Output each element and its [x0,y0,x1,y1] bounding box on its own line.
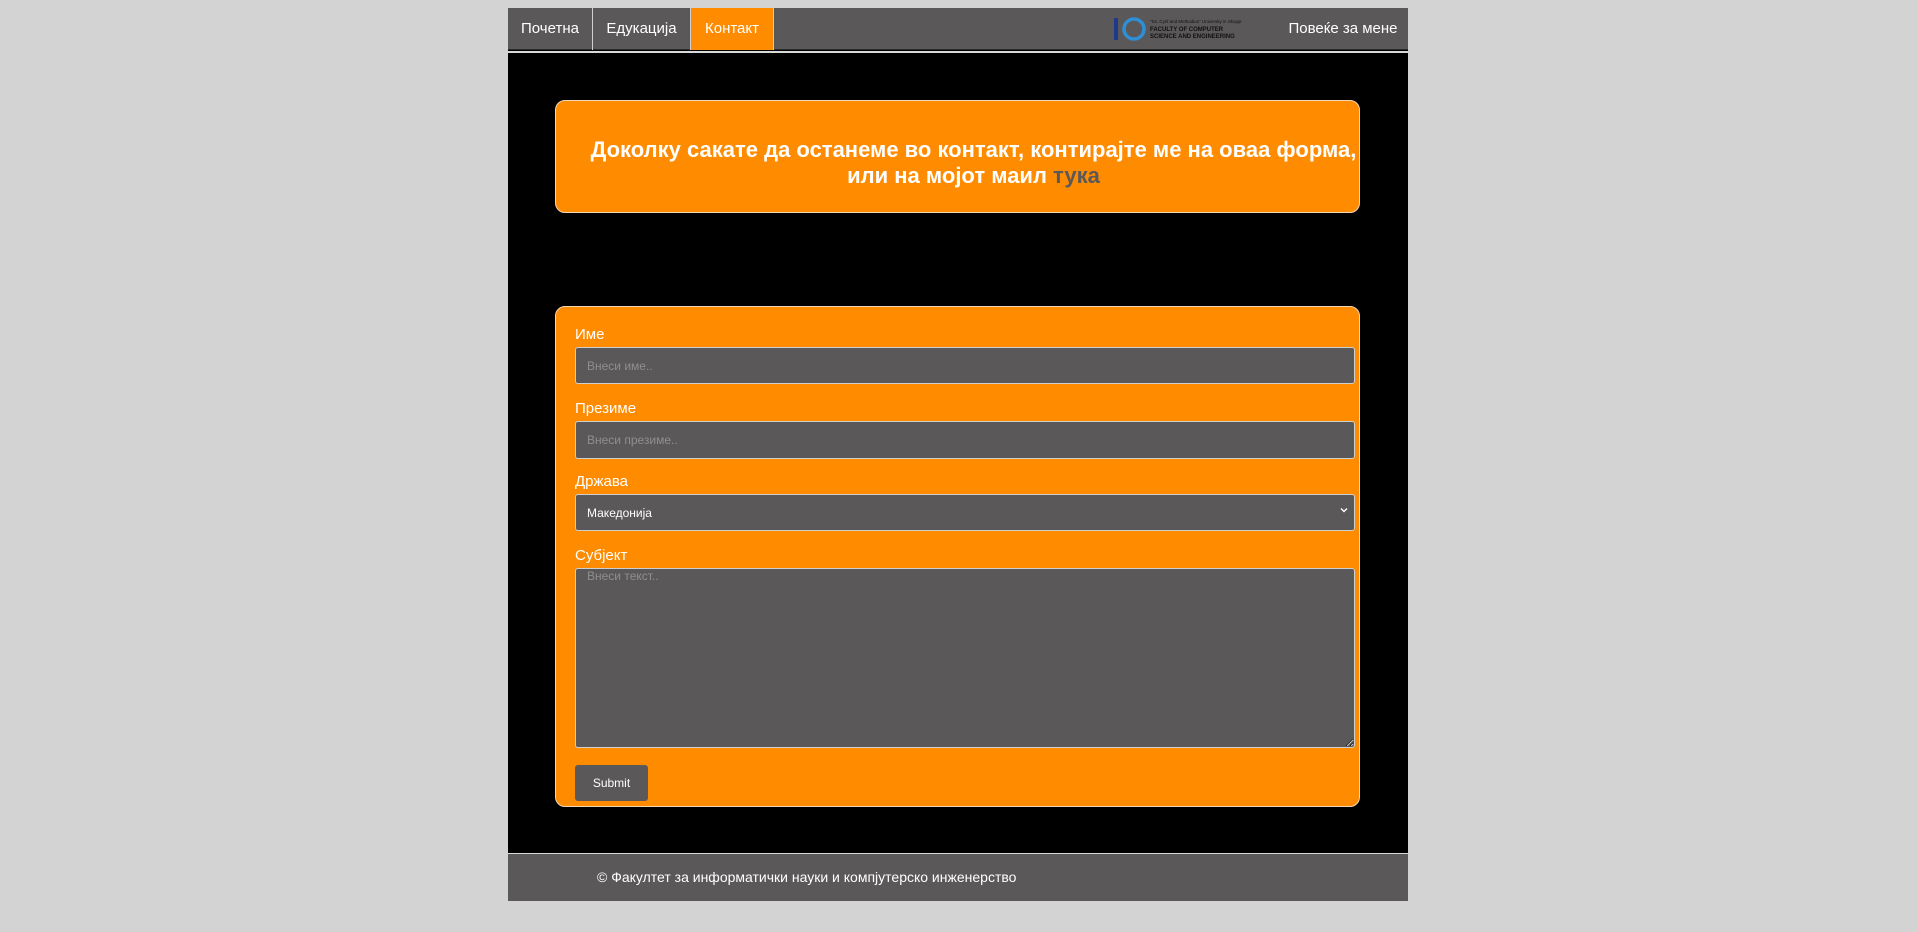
logo-faculty-text-2: SCIENCE AND ENGINEERING [1150,34,1235,40]
email-link[interactable]: тука [1053,163,1100,188]
last-name-input[interactable] [575,421,1355,459]
nav-item-about-me[interactable]: Повеќе за мене [1278,8,1408,50]
footer-copyright: © Факултет за информатички науки и компј… [597,869,1017,885]
page-container: Почетна Едукација Контакт "Ss. Cyril and… [508,8,1408,901]
contact-form: Име Презиме Држава Македонија Субјект Su… [555,306,1360,807]
subject-textarea[interactable] [575,568,1355,748]
banner-text: Доколку сакате да останеме во контакт, к… [590,137,1357,188]
logo-university-text: "Ss. Cyril and Methodius" University in … [1150,19,1242,24]
logo-faculty-text: FACULTY OF COMPUTER [1150,27,1224,33]
nav-divider [508,51,1408,53]
top-navigation: Почетна Едукација Контакт "Ss. Cyril and… [508,8,1408,50]
nav-item-education[interactable]: Едукација [593,8,691,50]
first-name-label: Име [575,326,605,343]
contact-banner: Доколку сакате да останеме во контакт, к… [555,100,1360,213]
subject-label: Субјект [575,547,628,564]
last-name-label: Презиме [575,400,637,417]
finki-logo-icon[interactable]: "Ss. Cyril and Methodius" University in … [1114,16,1264,42]
submit-button[interactable]: Submit [575,765,648,801]
nav-item-contact[interactable]: Контакт [691,8,774,50]
first-name-input[interactable] [575,347,1355,384]
country-label: Држава [575,473,629,490]
footer: © Факултет за информатички науки и компј… [508,854,1408,901]
nav-item-home[interactable]: Почетна [508,8,593,50]
country-select[interactable]: Македонија [575,494,1355,531]
